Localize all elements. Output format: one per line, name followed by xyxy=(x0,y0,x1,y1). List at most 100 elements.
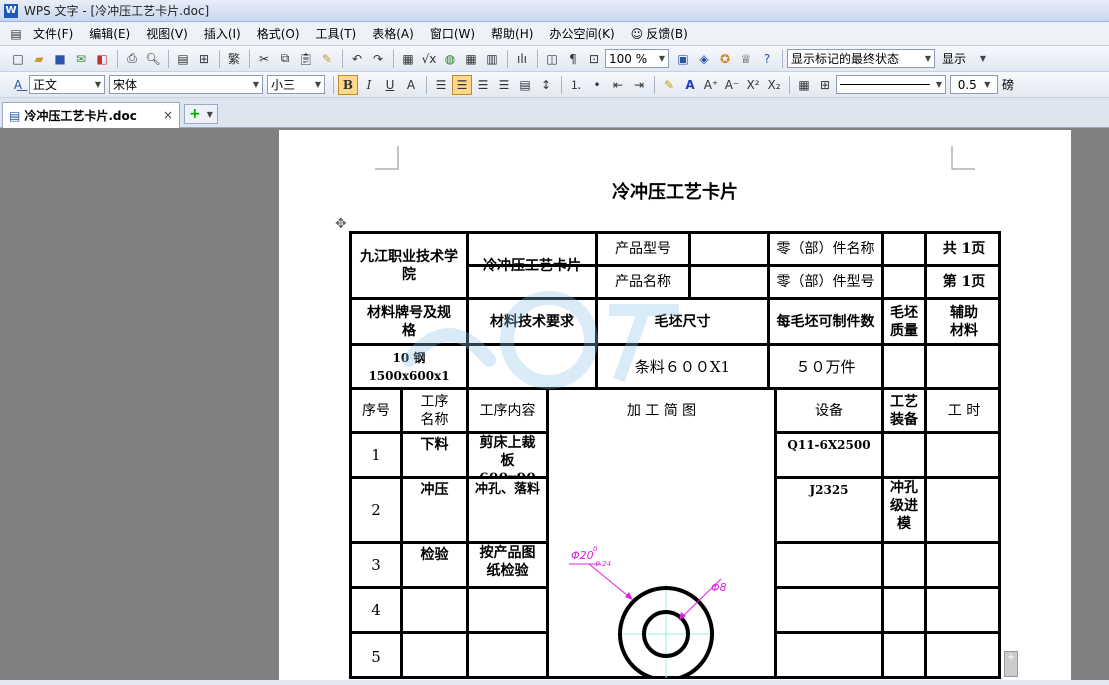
menu-format[interactable]: 格式(O) xyxy=(249,25,308,42)
menu-file[interactable]: 文件(F) xyxy=(25,25,81,42)
underline-button[interactable]: U xyxy=(380,75,400,95)
total-pages: 共 1页 xyxy=(942,241,986,257)
doc-menu-icon[interactable]: ▤ xyxy=(8,24,24,44)
menu-view[interactable]: 视图(V) xyxy=(138,25,196,42)
chevron-down-icon: ▼ xyxy=(252,80,259,89)
close-tab-icon[interactable]: × xyxy=(163,108,173,122)
table-grid-icon[interactable]: ▦ xyxy=(461,49,481,69)
scroll-handle[interactable]: + xyxy=(1004,651,1018,677)
columns-icon[interactable]: ▥ xyxy=(482,49,502,69)
bullets-icon[interactable]: • xyxy=(587,75,607,95)
italic-button[interactable]: I xyxy=(359,75,379,95)
increase-indent-icon[interactable]: ⇥ xyxy=(629,75,649,95)
table-move-handle-icon[interactable]: ✥ xyxy=(335,216,347,232)
styles-icon[interactable]: A͟ xyxy=(8,75,28,95)
show-markup-dropdown[interactable]: 显示 ▼ xyxy=(939,49,989,68)
align-left-icon[interactable]: ☰ xyxy=(431,75,451,95)
new-tab-button[interactable]: + ▼ xyxy=(184,104,218,124)
line-width-select[interactable]: 0.5 ▼ xyxy=(950,75,998,94)
tools-icon[interactable]: ✪ xyxy=(715,49,735,69)
copy-icon[interactable]: ⧉ xyxy=(275,49,295,69)
outer-tolerance-lower: -0.24 xyxy=(593,560,611,568)
table-border-line xyxy=(775,631,1001,634)
format-painter-icon[interactable]: ✎ xyxy=(317,49,337,69)
align-center-icon[interactable]: ☰ xyxy=(452,74,472,95)
menu-insert[interactable]: 插入(I) xyxy=(196,25,249,42)
page-number: 第 1页 xyxy=(942,274,986,290)
insert-icon[interactable]: ▤ xyxy=(173,49,193,69)
document-tab[interactable]: ▤ 冷冲压工艺卡片.doc × xyxy=(2,102,180,128)
save-icon[interactable]: ■ xyxy=(50,49,70,69)
table-props-icon[interactable]: ▦ xyxy=(794,75,814,95)
hyperlink-icon[interactable]: ◍ xyxy=(440,49,460,69)
align-right-icon[interactable]: ☰ xyxy=(473,75,493,95)
open-folder-icon[interactable]: ▰ xyxy=(29,49,49,69)
font-size-select[interactable]: 小三 ▼ xyxy=(267,75,325,94)
document-page[interactable]: 冷冲压工艺卡片 ✥ 九江职业技术学院 冷冲压工艺卡片 产品型号 产品名称 零（部… xyxy=(279,130,1071,685)
insert-table-icon[interactable]: ▦ xyxy=(398,49,418,69)
menu-table[interactable]: 表格(A) xyxy=(364,25,422,42)
shrink-font-icon[interactable]: A⁻ xyxy=(722,75,742,95)
toolbar-separator xyxy=(219,49,220,68)
product-model-value[interactable] xyxy=(691,234,767,264)
find-icon[interactable]: ◈ xyxy=(694,49,714,69)
menu-window[interactable]: 窗口(W) xyxy=(422,25,483,42)
assistant-icon[interactable]: ♕ xyxy=(736,49,756,69)
traditional-chinese-icon[interactable]: 繁 xyxy=(224,49,244,69)
redo-icon[interactable]: ↷ xyxy=(368,49,388,69)
menu-tools[interactable]: 工具(T) xyxy=(308,25,365,42)
part-model-label: 零（部）件型号 xyxy=(776,274,875,290)
pdf-export-icon[interactable]: ◧ xyxy=(92,49,112,69)
outer-diameter-label: Φ20 xyxy=(571,549,594,562)
row1-seq: 1 xyxy=(371,446,381,464)
distribute-icon[interactable]: ▤ xyxy=(515,75,535,95)
numbering-icon[interactable]: ⒈ xyxy=(566,75,586,95)
line-spacing-icon[interactable]: ↕ xyxy=(536,75,556,95)
read-mode-icon[interactable]: ▣ xyxy=(673,49,693,69)
zoom-select[interactable]: 100 % ▼ xyxy=(605,49,669,68)
chevron-down-icon: ▼ xyxy=(984,80,991,89)
mail-icon[interactable]: ✉ xyxy=(71,49,91,69)
toolbar-separator xyxy=(561,75,562,94)
menu-help[interactable]: 帮助(H) xyxy=(483,25,541,42)
document-map-icon[interactable]: ◫ xyxy=(542,49,562,69)
grow-font-icon[interactable]: A⁺ xyxy=(701,75,721,95)
menu-feedback[interactable]: ☺ 反馈(B) xyxy=(623,25,696,42)
fullscreen-icon[interactable]: ⊡ xyxy=(584,49,604,69)
bold-button[interactable]: B xyxy=(338,74,358,95)
style-select[interactable]: 正文 ▼ xyxy=(29,75,105,94)
justify-icon[interactable]: ☰ xyxy=(494,75,514,95)
toolbar-separator xyxy=(168,49,169,68)
toolbar-separator xyxy=(782,49,783,68)
chart-icon[interactable]: ılı xyxy=(512,49,532,69)
print-preview-icon[interactable]: 🔍︎ xyxy=(143,49,163,69)
superscript-icon[interactable]: X² xyxy=(743,75,763,95)
inner-diameter-label: Φ8 xyxy=(711,581,727,594)
new-doc-icon[interactable]: □ xyxy=(8,49,28,69)
print-icon[interactable]: ⎙ xyxy=(122,49,142,69)
document-title: 冷冲压工艺卡片 xyxy=(612,182,738,203)
row5-seq: 5 xyxy=(371,647,381,666)
row2-seq: 2 xyxy=(371,501,381,519)
layout-icon[interactable]: ⊞ xyxy=(194,49,214,69)
font-color-icon[interactable]: A xyxy=(680,75,700,95)
help-icon[interactable]: ? xyxy=(757,49,777,69)
undo-icon[interactable]: ↶ xyxy=(347,49,367,69)
show-paragraph-icon[interactable]: ¶ xyxy=(563,49,583,69)
cut-icon[interactable]: ✂ xyxy=(254,49,274,69)
menu-office-space[interactable]: 办公空间(K) xyxy=(541,25,622,42)
decrease-indent-icon[interactable]: ⇤ xyxy=(608,75,628,95)
borders-icon[interactable]: ⊞ xyxy=(815,75,835,95)
paste-icon[interactable]: 📋︎ xyxy=(296,49,316,69)
highlight-icon[interactable]: ✎ xyxy=(659,75,679,95)
subscript-icon[interactable]: X₂ xyxy=(764,75,784,95)
font-select[interactable]: 宋体 ▼ xyxy=(109,75,263,94)
markup-state-select[interactable]: 显示标记的最终状态 ▼ xyxy=(787,49,935,68)
toolbar-separator xyxy=(333,75,334,94)
plus-icon: + xyxy=(189,106,201,122)
font-effect-icon[interactable]: A xyxy=(401,75,421,95)
line-style-select[interactable]: ▼ xyxy=(836,75,946,94)
font-size-value: 小三 xyxy=(271,78,296,92)
formula-icon[interactable]: √x xyxy=(419,49,439,69)
menu-edit[interactable]: 编辑(E) xyxy=(81,25,138,42)
